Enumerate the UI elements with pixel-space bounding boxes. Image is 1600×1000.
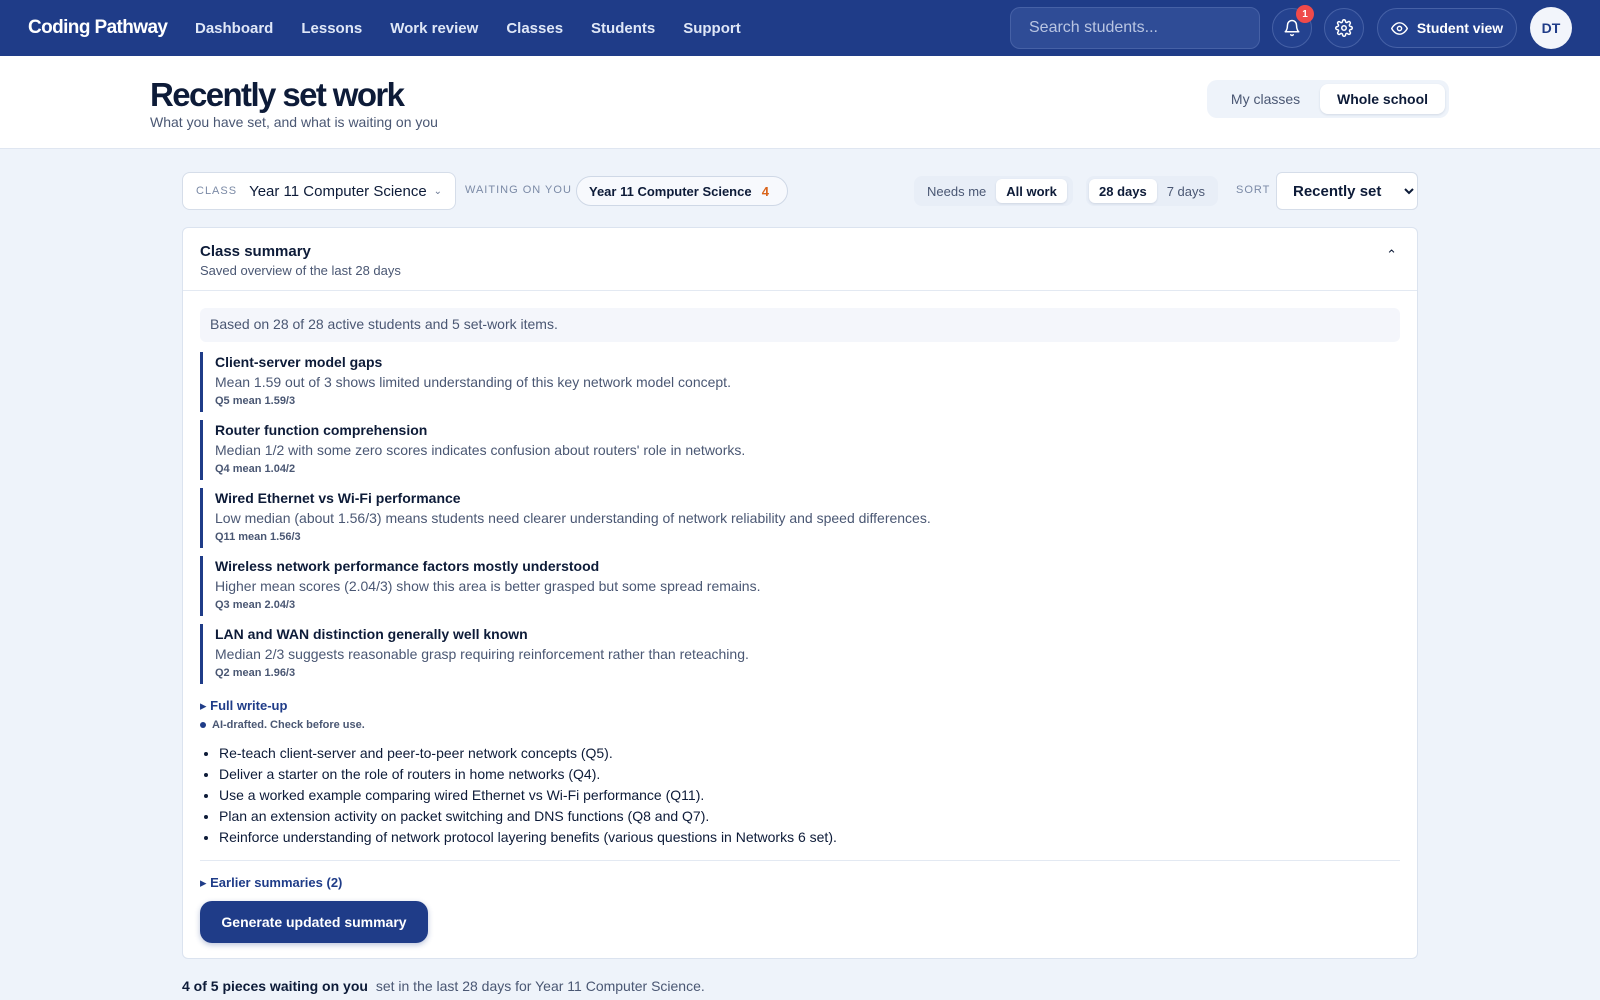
waiting-summary: 4 of 5 pieces waiting on you set in the … bbox=[182, 978, 705, 994]
finding-title: Wired Ethernet vs Wi-Fi performance bbox=[215, 490, 461, 506]
generate-summary-button[interactable]: Generate updated summary bbox=[200, 901, 428, 943]
class-select[interactable]: CLASS Year 11 Computer Science ⌄ bbox=[182, 172, 456, 210]
chevron-up-icon[interactable]: ⌃ bbox=[1386, 247, 1397, 263]
action-item: Use a worked example comparing wired Eth… bbox=[219, 787, 837, 803]
waiting-detail-text: set in the last 28 days for Year 11 Comp… bbox=[375, 978, 705, 994]
dot-icon bbox=[200, 722, 206, 728]
full-writeup-toggle[interactable]: ▸ Full write-up bbox=[200, 698, 287, 714]
finding-item: Wired Ethernet vs Wi-Fi performance Low … bbox=[200, 488, 1380, 548]
student-view-label: Student view bbox=[1416, 20, 1504, 36]
class-label: CLASS bbox=[196, 185, 238, 197]
top-nav: Coding Pathway Dashboard Lessons Work re… bbox=[0, 0, 1600, 56]
divider bbox=[200, 860, 1400, 861]
waiting-on-you-label: WAITING ON YOU bbox=[465, 184, 572, 196]
action-item: Re-teach client-server and peer-to-peer … bbox=[219, 745, 837, 761]
all-work-button[interactable]: All work bbox=[996, 179, 1067, 203]
class-value: Year 11 Computer Science bbox=[249, 182, 427, 200]
action-item: Reinforce understanding of network proto… bbox=[219, 829, 837, 845]
work-filter-toggle: Needs me All work bbox=[914, 176, 1073, 206]
page-subtitle: What you have set, and what is waiting o… bbox=[150, 114, 438, 130]
my-classes-button[interactable]: My classes bbox=[1211, 84, 1320, 114]
finding-title: Client-server model gaps bbox=[215, 354, 383, 370]
finding-stat: Q3 mean 2.04/3 bbox=[215, 599, 296, 611]
settings-button[interactable] bbox=[1324, 8, 1364, 48]
sort-select[interactable]: Recently set bbox=[1276, 172, 1418, 210]
waiting-chip-label: Year 11 Computer Science bbox=[589, 183, 752, 199]
finding-item: LAN and WAN distinction generally well k… bbox=[200, 624, 1380, 684]
page-header: Recently set work What you have set, and… bbox=[0, 56, 1600, 149]
scope-toggle: My classes Whole school bbox=[1207, 80, 1449, 118]
search-input[interactable] bbox=[1010, 7, 1260, 49]
action-item: Deliver a starter on the role of routers… bbox=[219, 766, 837, 782]
summary-header[interactable]: Class summary Saved overview of the last… bbox=[183, 228, 1417, 291]
finding-item: Router function comprehension Median 1/2… bbox=[200, 420, 1380, 480]
finding-title: Wireless network performance factors mos… bbox=[215, 558, 600, 574]
nav-links: Dashboard Lessons Work review Classes St… bbox=[195, 0, 741, 56]
finding-description: Median 2/3 suggests reasonable grasp req… bbox=[215, 646, 749, 662]
earlier-summaries-toggle[interactable]: ▸ Earlier summaries (2) bbox=[200, 875, 342, 891]
finding-description: Mean 1.59 out of 3 shows limited underst… bbox=[215, 374, 731, 390]
nav-link-work-review[interactable]: Work review bbox=[390, 20, 478, 37]
finding-title: Router function comprehension bbox=[215, 422, 428, 438]
bell-icon bbox=[1284, 19, 1300, 37]
action-item: Plan an extension activity on packet swi… bbox=[219, 808, 837, 824]
logo[interactable]: Coding Pathway bbox=[28, 17, 168, 39]
gear-icon bbox=[1335, 19, 1353, 37]
student-view-button[interactable]: Student view bbox=[1377, 8, 1517, 48]
notifications-button[interactable]: 1 bbox=[1272, 5, 1314, 48]
waiting-chip-count: 4 bbox=[761, 183, 769, 199]
needs-me-button[interactable]: Needs me bbox=[917, 179, 996, 203]
suggested-actions-list: Re-teach client-server and peer-to-peer … bbox=[219, 745, 837, 850]
period-toggle: 28 days 7 days bbox=[1086, 176, 1218, 206]
nav-link-support[interactable]: Support bbox=[683, 20, 741, 37]
nav-link-students[interactable]: Students bbox=[591, 20, 655, 37]
nav-link-lessons[interactable]: Lessons bbox=[301, 20, 362, 37]
finding-description: Median 1/2 with some zero scores indicat… bbox=[215, 442, 746, 458]
finding-stat: Q4 mean 1.04/2 bbox=[215, 463, 296, 475]
summary-title: Class summary bbox=[200, 243, 311, 260]
whole-school-button[interactable]: Whole school bbox=[1320, 84, 1445, 114]
waiting-class-chip[interactable]: Year 11 Computer Science 4 bbox=[576, 176, 788, 206]
finding-item: Wireless network performance factors mos… bbox=[200, 556, 1380, 616]
notification-badge: 1 bbox=[1296, 5, 1314, 23]
28-days-button[interactable]: 28 days bbox=[1089, 179, 1157, 203]
summary-basis: Based on 28 of 28 active students and 5 … bbox=[200, 308, 1400, 342]
finding-description: Low median (about 1.56/3) means students… bbox=[215, 510, 931, 526]
avatar[interactable]: DT bbox=[1530, 7, 1572, 49]
finding-title: LAN and WAN distinction generally well k… bbox=[215, 626, 528, 642]
page-title: Recently set work bbox=[150, 76, 405, 113]
7-days-button[interactable]: 7 days bbox=[1157, 179, 1215, 203]
finding-stat: Q5 mean 1.59/3 bbox=[215, 395, 296, 407]
nav-link-dashboard[interactable]: Dashboard bbox=[195, 20, 273, 37]
eye-icon bbox=[1390, 21, 1408, 35]
finding-item: Client-server model gaps Mean 1.59 out o… bbox=[200, 352, 1380, 412]
waiting-count-text: 4 of 5 pieces waiting on you bbox=[182, 978, 368, 994]
finding-stat: Q11 mean 1.56/3 bbox=[215, 531, 301, 543]
sort-label: SORT bbox=[1236, 184, 1271, 196]
ai-note-text: AI-drafted. Check before use. bbox=[212, 719, 365, 731]
ai-drafted-note: AI-drafted. Check before use. bbox=[200, 719, 365, 731]
findings-list: Client-server model gaps Mean 1.59 out o… bbox=[200, 352, 1380, 692]
nav-link-classes[interactable]: Classes bbox=[506, 20, 563, 37]
class-summary-card: Class summary Saved overview of the last… bbox=[182, 227, 1418, 959]
finding-description: Higher mean scores (2.04/3) show this ar… bbox=[215, 578, 761, 594]
summary-subtitle: Saved overview of the last 28 days bbox=[200, 263, 401, 278]
finding-stat: Q2 mean 1.96/3 bbox=[215, 667, 296, 679]
chevron-down-icon: ⌄ bbox=[433, 185, 442, 197]
